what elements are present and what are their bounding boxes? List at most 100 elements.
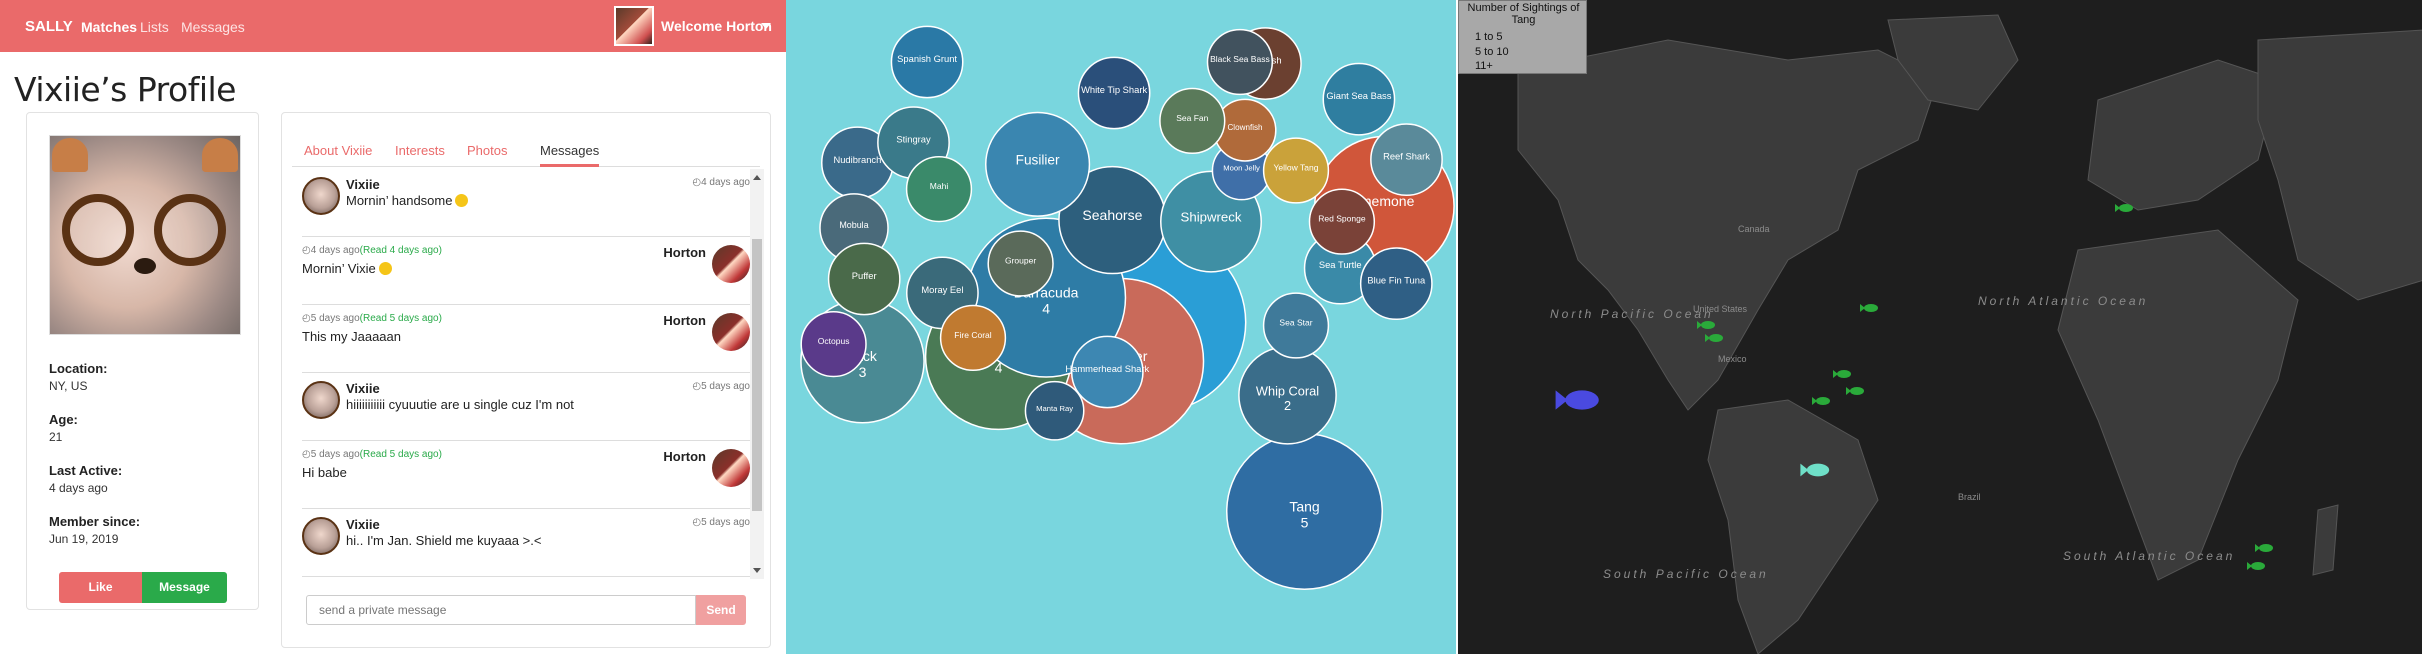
world-map[interactable]: North Pacific Ocean North Atlantic Ocean… bbox=[1458, 0, 2422, 654]
tab-bar: About Vixiie Interests Photos Messages bbox=[292, 123, 760, 167]
message-input[interactable] bbox=[306, 595, 696, 625]
fish-body bbox=[1850, 387, 1864, 395]
bubble-label: White Tip Shark bbox=[1081, 85, 1147, 95]
fish-body bbox=[1837, 370, 1851, 378]
tab-about[interactable]: About Vixiie bbox=[304, 143, 372, 158]
bubble-sea-star[interactable]: Sea Star bbox=[1262, 292, 1330, 359]
bubble-octopus[interactable]: Octopus bbox=[800, 310, 867, 378]
bubble-label: Mahi bbox=[930, 181, 949, 191]
bubble-label: Tang bbox=[1289, 499, 1319, 515]
fish-marker-icon[interactable] bbox=[1555, 390, 1599, 410]
bubble-label: Whip Coral bbox=[1256, 383, 1319, 398]
bubble-label: Shipwreck bbox=[1181, 210, 1242, 225]
bubble-whip-coral[interactable]: Whip Coral2 bbox=[1238, 345, 1337, 445]
bubble-count: 5 bbox=[1301, 515, 1309, 531]
nav-lists[interactable]: Lists bbox=[140, 19, 169, 35]
like-button[interactable]: Like bbox=[59, 572, 142, 603]
message-row: Horton ◴5 days ago(Read 5 days ago) This m… bbox=[302, 305, 750, 373]
fish-body bbox=[1565, 390, 1599, 410]
page-title: Vixiie’s Profile bbox=[14, 70, 236, 109]
composer: Send bbox=[306, 595, 746, 629]
bubble-fire-coral[interactable]: Fire Coral bbox=[939, 304, 1007, 372]
chevron-down-icon[interactable] bbox=[761, 23, 771, 29]
bubble-mahi[interactable]: Mahi bbox=[905, 155, 973, 223]
smiley-emoji-icon bbox=[378, 262, 392, 275]
fish-marker-icon[interactable] bbox=[2247, 562, 2265, 570]
fish-marker-icon[interactable] bbox=[1812, 397, 1830, 405]
message-list[interactable]: Vixiie ◴4 days ago Mornin’ handsome Horton ◴… bbox=[302, 169, 750, 579]
fish-marker-icon[interactable] bbox=[1860, 304, 1878, 312]
fish-marker-icon[interactable] bbox=[2255, 544, 2273, 552]
bubble-spanish-grunt[interactable]: Spanish Grunt bbox=[890, 25, 964, 99]
age-value: 21 bbox=[49, 430, 63, 444]
bubble-label: Seahorse bbox=[1082, 207, 1142, 223]
fish-marker-icon[interactable] bbox=[1846, 387, 1864, 395]
bubble-manta-ray[interactable]: Manta Ray bbox=[1024, 380, 1085, 441]
user-avatar[interactable] bbox=[614, 6, 654, 46]
bubble-label: Moray Eel bbox=[921, 285, 963, 295]
avatar[interactable] bbox=[712, 245, 750, 283]
bubble-label: Fusilier bbox=[1016, 152, 1060, 167]
avatar[interactable] bbox=[302, 517, 340, 555]
bubble-label: Black Sea Bass bbox=[1210, 54, 1270, 64]
profile-photo[interactable] bbox=[49, 135, 241, 335]
country-label-us: United States bbox=[1693, 304, 1748, 314]
bubble-fusilier[interactable]: Fusilier bbox=[985, 111, 1091, 217]
ocean-label-south-atlantic: South Atlantic Ocean bbox=[2063, 549, 2235, 563]
fish-marker-icon[interactable] bbox=[1833, 370, 1851, 378]
brand-logo[interactable]: SALLY bbox=[25, 18, 73, 35]
bubble-tang[interactable]: Tang5 bbox=[1225, 432, 1384, 591]
message-row: Vixiie ◴4 days ago Mornin’ handsome bbox=[302, 169, 750, 237]
message-time: ◴5 days ago bbox=[692, 381, 750, 392]
message-body: This my Jaaaaan bbox=[302, 329, 401, 344]
bubble-blue-fin-tuna[interactable]: Blue Fin Tuna bbox=[1359, 247, 1433, 321]
scroll-thumb[interactable] bbox=[752, 239, 762, 511]
bubble-giant-sea-bass[interactable]: Giant Sea Bass bbox=[1322, 62, 1396, 136]
nav-matches[interactable]: Matches bbox=[81, 19, 137, 35]
navbar: SALLY Matches Lists Messages Welcome Hor… bbox=[0, 0, 786, 52]
bubble-reef-shark[interactable]: Reef Shark bbox=[1370, 123, 1443, 197]
fish-marker-icon[interactable] bbox=[2115, 204, 2133, 212]
send-button[interactable]: Send bbox=[696, 595, 746, 625]
tab-messages[interactable]: Messages bbox=[540, 143, 600, 167]
message-time-text: 4 days ago bbox=[310, 245, 360, 256]
avatar[interactable] bbox=[712, 313, 750, 351]
tab-interests[interactable]: Interests bbox=[395, 143, 445, 158]
ocean-label-south-pacific: South Pacific Ocean bbox=[1603, 567, 1769, 581]
bubble-black-sea-bass[interactable]: Black Sea Bass bbox=[1206, 28, 1274, 96]
scroll-down-icon[interactable] bbox=[753, 568, 761, 573]
avatar[interactable] bbox=[712, 449, 750, 487]
clock-icon: ◴ bbox=[692, 177, 702, 188]
message-row: Vixiie ◴5 days ago hi.. I'm Jan. Shield me… bbox=[302, 509, 750, 577]
bubble-label: Manta Ray bbox=[1036, 404, 1073, 413]
bubble-label: Fire Coral bbox=[954, 330, 991, 340]
welcome-menu[interactable]: Welcome Horton bbox=[661, 18, 772, 34]
bubble-label: Stingray bbox=[896, 135, 931, 145]
nav-messages[interactable]: Messages bbox=[181, 19, 245, 35]
bubble-chart: Coral6Snapper6Tang5Parrot Fish4Barracuda… bbox=[800, 25, 1455, 591]
message-sender: Vixiie bbox=[346, 381, 380, 396]
message-body: Mornin’ Vixie bbox=[302, 261, 376, 276]
scroll-up-icon[interactable] bbox=[753, 175, 761, 180]
bubble-grouper[interactable]: Grouper bbox=[987, 230, 1054, 297]
message-button[interactable]: Message bbox=[142, 572, 227, 603]
avatar[interactable] bbox=[302, 381, 340, 419]
dating-app-panel: SALLY Matches Lists Messages Welcome Hor… bbox=[0, 0, 786, 654]
south-america-shape bbox=[1707, 399, 1879, 654]
avatar[interactable] bbox=[302, 177, 340, 215]
message-body: Mornin’ handsome bbox=[346, 193, 453, 208]
scrollbar[interactable] bbox=[750, 169, 764, 579]
legend-item-low: 1 to 5 bbox=[1475, 31, 1503, 43]
bubble-sea-fan[interactable]: Sea Fan bbox=[1159, 87, 1226, 155]
bubble-puffer[interactable]: Puffer bbox=[827, 242, 901, 316]
tab-photos[interactable]: Photos bbox=[467, 143, 507, 158]
bubble-red-sponge[interactable]: Red Sponge bbox=[1308, 188, 1376, 255]
message-time: ◴5 days ago bbox=[692, 517, 750, 528]
bubble-label: Hammerhead Shark bbox=[1065, 364, 1149, 374]
bubble-label: Blue Fin Tuna bbox=[1367, 276, 1426, 286]
clock-icon: ◴ bbox=[302, 245, 311, 256]
bubble-yellow-tang[interactable]: Yellow Tang bbox=[1262, 137, 1330, 204]
bubble-white-tip-shark[interactable]: White Tip Shark bbox=[1077, 56, 1151, 130]
bubble-label: Sea Fan bbox=[1176, 113, 1208, 123]
bubble-label: Moon Jelly bbox=[1223, 164, 1260, 173]
